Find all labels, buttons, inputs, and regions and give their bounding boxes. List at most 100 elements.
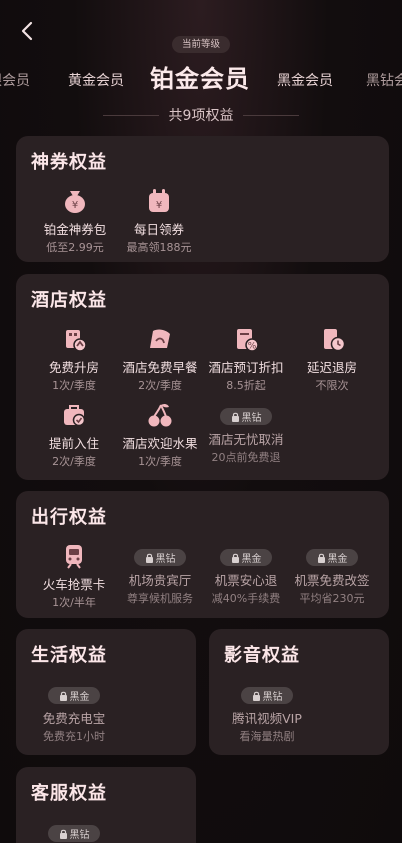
svg-text:¥: ¥: [72, 200, 78, 211]
badge-label: 黑钻: [69, 830, 90, 841]
life-benefits-card: 生活权益 黑金 免费充电宝 免费充1小时: [16, 629, 196, 755]
benefit-sub: 免费充1小时: [43, 730, 105, 743]
badge-label: 黑钻: [155, 554, 176, 565]
badge-label: 黑金: [241, 554, 262, 565]
benefit-sub: 不限次: [315, 379, 349, 392]
benefit-count: 共9项权益: [168, 108, 234, 124]
locked-badge: 黑钻: [220, 408, 272, 425]
level-tab-silver[interactable]: 银会员: [0, 70, 30, 90]
benefit-item-free-cancellation[interactable]: 黑钻 酒店无忧取消 20点前免费退: [201, 400, 291, 465]
benefit-sub: 最高领188元: [126, 241, 192, 254]
benefit-item-flight-refund[interactable]: 黑金 机票安心退 减40%手续费: [201, 541, 291, 606]
hotel-benefits-card: 酒店权益 免费升房 1次/季度 酒店免费早餐 2次/季度 % 酒店预订折扣 8.…: [16, 274, 389, 480]
benefit-name: 酒店预订折扣: [208, 360, 284, 375]
card-title: 影音权益: [224, 645, 300, 666]
benefit-item-tencent-video[interactable]: 黑钻 腾讯视频VIP 看海量热剧: [222, 679, 312, 744]
lock-icon: [145, 553, 153, 563]
lock-icon: [231, 412, 239, 422]
level-tabs: 银会员 黄金会员 铂金会员 黑金会员 黑钻会: [0, 56, 402, 96]
benefit-sub: 尊享候机服务: [127, 592, 193, 605]
locked-badge: 黑金: [48, 687, 100, 704]
benefit-item-welcome-fruit[interactable]: 酒店欢迎水果 1次/季度: [115, 400, 205, 469]
locked-badge: 黑金: [306, 549, 358, 566]
divider: [243, 114, 300, 116]
level-tab-black-diamond[interactable]: 黑钻会: [366, 70, 402, 90]
benefit-name: 铂金神券包: [43, 222, 107, 237]
benefit-item-airport-lounge[interactable]: 黑钻 机场贵宾厅 尊享候机服务: [115, 541, 205, 606]
coupon-benefits-card: 神券权益 ¥ 铂金神券包 低至2.99元 ¥ 每日领券 最高领188元: [16, 136, 389, 262]
benefit-item-late-checkout[interactable]: 延迟退房 不限次: [287, 324, 377, 393]
benefit-item-daily-coupon[interactable]: ¥ 每日领券 最高领188元: [114, 186, 204, 255]
train-icon: [66, 545, 82, 569]
current-level-tag: 当前等级: [172, 36, 230, 53]
benefit-name: 机票安心退: [214, 573, 278, 588]
discount-icon: %: [237, 329, 259, 352]
benefit-sub: 看海量热剧: [239, 730, 295, 743]
media-benefits-card: 影音权益 黑钻 腾讯视频VIP 看海量热剧: [209, 629, 389, 755]
benefit-item-booking-discount[interactable]: % 酒店预订折扣 8.5折起: [201, 324, 291, 393]
benefit-sub: 1次/季度: [138, 455, 182, 468]
benefit-name: 酒店无忧取消: [208, 432, 284, 447]
level-tab-gold[interactable]: 黄金会员: [68, 70, 124, 90]
benefit-sub: 低至2.99元: [46, 241, 104, 254]
room-upgrade-icon: [66, 330, 87, 352]
benefit-count-row: 共9项权益: [0, 104, 402, 126]
badge-label: 黑钻: [241, 413, 262, 424]
benefit-name: 酒店免费早餐: [122, 360, 198, 375]
back-chevron-icon: [21, 21, 33, 41]
lock-icon: [59, 829, 67, 839]
cherry-icon: [148, 403, 172, 427]
card-title: 出行权益: [31, 507, 107, 528]
benefit-item-coupon-pack[interactable]: ¥ 铂金神券包 低至2.99元: [30, 186, 120, 255]
late-checkout-icon: [324, 329, 346, 352]
badge-label: 黑金: [327, 554, 348, 565]
benefit-name: 提前入住: [48, 436, 99, 451]
service-benefits-card: 客服权益 黑钻: [16, 767, 196, 843]
benefit-sub: 1次/半年: [52, 596, 96, 609]
benefit-sub: 20点前免费退: [211, 451, 281, 464]
back-button[interactable]: [14, 18, 40, 44]
benefit-name: 免费升房: [48, 360, 99, 375]
money-bag-icon: ¥: [65, 191, 85, 213]
locked-badge: 黑钻: [134, 549, 186, 566]
top-bar: 当前等级: [0, 0, 402, 60]
lock-icon: [317, 553, 325, 563]
benefit-sub: 减40%手续费: [211, 592, 281, 605]
breakfast-icon: [150, 329, 170, 348]
travel-benefits-card: 出行权益 火车抢票卡 1次/半年 黑钻 机场贵宾厅 尊享候机服务 黑金 机票安心…: [16, 491, 389, 618]
divider: [102, 114, 159, 116]
card-title: 神券权益: [31, 152, 107, 173]
benefit-sub: 2次/季度: [52, 455, 96, 468]
early-checkin-icon: [64, 405, 86, 427]
calendar-coupon-icon: ¥: [149, 189, 169, 212]
locked-badge: 黑钻: [48, 825, 100, 842]
lock-icon: [252, 691, 260, 701]
level-tab-black-gold[interactable]: 黑金会员: [277, 70, 333, 90]
benefit-sub: 2次/季度: [138, 379, 182, 392]
lock-icon: [59, 691, 67, 701]
benefit-sub: 1次/季度: [52, 379, 96, 392]
benefit-sub: 8.5折起: [226, 379, 266, 392]
benefit-name: 延迟退房: [306, 360, 357, 375]
locked-badge: 黑金: [220, 549, 272, 566]
benefit-item-room-upgrade[interactable]: 免费升房 1次/季度: [29, 324, 119, 393]
svg-text:¥: ¥: [156, 200, 162, 211]
svg-text:%: %: [248, 342, 257, 352]
benefit-item-power-bank[interactable]: 黑金 免费充电宝 免费充1小时: [29, 679, 119, 744]
card-title: 客服权益: [31, 783, 107, 804]
benefit-item-early-checkin[interactable]: 提前入住 2次/季度: [29, 400, 119, 469]
lock-icon: [231, 553, 239, 563]
benefit-sub: 平均省230元: [299, 592, 365, 605]
benefit-item-train-ticket[interactable]: 火车抢票卡 1次/半年: [29, 541, 119, 610]
benefit-name: 腾讯视频VIP: [232, 711, 302, 726]
benefit-item-flight-change[interactable]: 黑金 机票免费改签 平均省230元: [287, 541, 377, 606]
badge-label: 黑金: [69, 692, 90, 703]
locked-badge: 黑钻: [241, 687, 293, 704]
badge-label: 黑钻: [262, 692, 283, 703]
benefit-name: 免费充电宝: [42, 711, 106, 726]
benefit-name: 机票免费改签: [294, 573, 370, 588]
level-tab-platinum[interactable]: 铂金会员: [150, 59, 250, 94]
benefit-item-customer-service[interactable]: 黑钻: [29, 817, 119, 843]
benefit-item-free-breakfast[interactable]: 酒店免费早餐 2次/季度: [115, 324, 205, 393]
benefit-name: 火车抢票卡: [42, 577, 106, 592]
